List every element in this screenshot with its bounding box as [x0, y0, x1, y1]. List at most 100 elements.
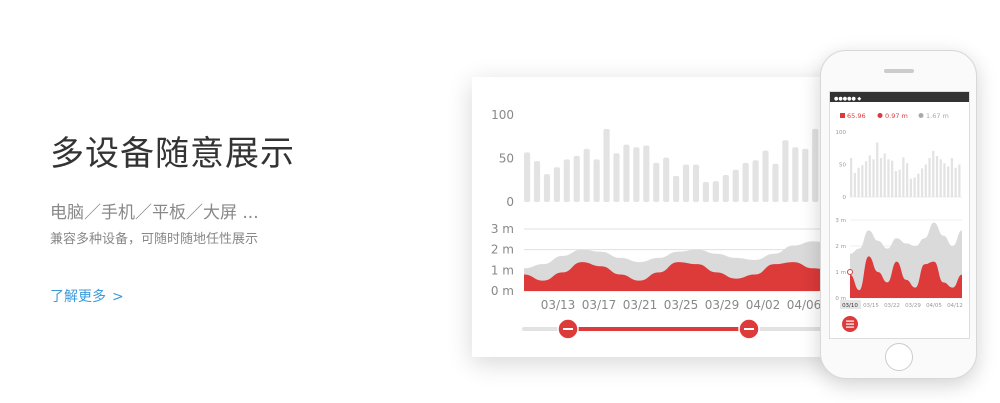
- bar-ytick-label: 50: [839, 163, 846, 169]
- bar-mark: [876, 142, 879, 197]
- bar-mark: [939, 159, 942, 197]
- bar-mark: [883, 153, 886, 197]
- bar-mark: [861, 165, 864, 197]
- area-xtick-label: 04/05: [926, 303, 942, 309]
- bar-mark: [762, 150, 769, 202]
- area-ytick-label: 2 m: [835, 244, 846, 250]
- legend-swatch: [840, 113, 845, 118]
- bar-mark: [524, 152, 531, 202]
- bar-mark: [563, 159, 570, 202]
- desktop-chart-card: 100 50 0 3 m 2 m 1 m 0 m 03/13 03/17 03/21 03/25 03…: [472, 77, 834, 357]
- bar-mark: [782, 140, 789, 202]
- bar-mark: [573, 155, 580, 202]
- phone-speaker: [884, 69, 914, 73]
- area-ytick-label: 2 m: [491, 243, 514, 257]
- bar-mark: [583, 148, 590, 202]
- area-xtick-label: 03/25: [664, 298, 699, 312]
- learn-more-link[interactable]: 了解更多 >: [50, 286, 124, 306]
- bar-ytick-label: 100: [836, 130, 847, 136]
- area-xtick-label: 03/15: [863, 303, 879, 309]
- bar-mark: [887, 159, 890, 197]
- bar-mark: [663, 157, 670, 202]
- bar-mark: [722, 175, 729, 202]
- bar-mark: [712, 181, 719, 202]
- bar-mark: [857, 167, 860, 197]
- headline: 多设备随意展示: [50, 134, 295, 174]
- bar-mark: [850, 158, 853, 197]
- area-xtick-label: 03/22: [884, 303, 900, 309]
- bar-mark: [947, 166, 950, 197]
- bar-mark: [958, 164, 961, 197]
- bar-mark: [864, 161, 868, 197]
- phone-chart: ●●●●● ◆ 65.96 0.97 m 1.67 m 100 50 0 3 m 2 m 1 m 0…: [834, 96, 963, 332]
- bar-mark: [702, 181, 709, 202]
- bar-mark: [613, 153, 620, 202]
- bar-mark: [533, 161, 541, 202]
- bar-mark: [917, 173, 920, 197]
- menu-icon: [846, 323, 854, 325]
- bar-mark: [633, 147, 640, 202]
- bar-mark: [742, 162, 749, 202]
- bar-mark: [902, 157, 905, 197]
- device-list: 电脑／手机／平板／大屏 ...: [50, 203, 259, 223]
- bar-mark: [879, 158, 883, 197]
- menu-icon: [846, 320, 854, 322]
- phone-mockup: ●●●●● ◆ 65.96 0.97 m 1.67 m 100 50 0 3 m 2 m 1 m 0…: [820, 50, 977, 379]
- bar-mark: [924, 164, 927, 197]
- desktop-chart: 100 50 0 3 m 2 m 1 m 0 m 03/13 03/17 03/21 03/25 03…: [491, 108, 832, 340]
- area-xtick-label: 03/13: [541, 298, 576, 312]
- area-xtick-label: 04/12: [947, 303, 963, 309]
- bar-mark: [954, 167, 957, 197]
- slider-range: [568, 327, 749, 331]
- bar-mark: [909, 178, 912, 197]
- bar-mark: [928, 158, 931, 197]
- area-xtick-label: 04/06: [787, 298, 822, 312]
- bar-mark: [752, 160, 759, 202]
- bar-mark: [543, 174, 551, 202]
- bar-ytick-label: 100: [491, 108, 514, 122]
- bar-mark: [792, 147, 799, 202]
- feature-section: 多设备随意展示 电脑／手机／平板／大屏 ... 兼容多种设备，可随时随地任性展示…: [50, 0, 450, 403]
- area-ytick-label: 3 m: [835, 218, 846, 224]
- bar-mark: [906, 163, 909, 197]
- minus-icon: [744, 328, 754, 330]
- area-xtick-label: 03/29: [705, 298, 740, 312]
- bar-mark: [913, 177, 916, 197]
- legend-swatch: [918, 113, 924, 118]
- bar-ytick-label: 50: [499, 152, 514, 166]
- area-ytick-label: 3 m: [491, 222, 514, 236]
- bar-mark: [872, 159, 875, 197]
- bar-mark: [943, 163, 946, 197]
- bar-mark: [891, 160, 894, 197]
- bar-mark: [692, 164, 700, 202]
- bar-mark: [603, 128, 610, 202]
- bar-mark: [935, 156, 939, 197]
- area-ytick-label: 0 m: [491, 284, 514, 298]
- bar-mark: [623, 144, 630, 202]
- bar-mark: [950, 158, 954, 197]
- bar-mark: [868, 155, 871, 197]
- chevron-right-icon: >: [112, 289, 124, 305]
- bar-ytick-label: 0: [506, 195, 514, 209]
- bar-mark: [894, 171, 898, 197]
- description: 兼容多种设备，可随时随地任性展示: [50, 232, 259, 247]
- bar-mark: [920, 168, 924, 197]
- bar-mark: [653, 162, 660, 202]
- area-ytick-label: 1 m: [491, 263, 514, 277]
- area-xtick-label: 03/21: [623, 298, 658, 312]
- area-xtick-label: 03/29: [905, 303, 921, 309]
- area-xtick-label: 03/17: [582, 298, 617, 312]
- bar-mark: [682, 164, 690, 202]
- bar-mark: [593, 159, 600, 202]
- phone-screen: ●●●●● ◆ 65.96 0.97 m 1.67 m 100 50 0 3 m 2 m 1 m 0…: [829, 91, 970, 339]
- area-ytick-label: 1 m: [835, 270, 846, 276]
- bar-mark: [853, 172, 856, 197]
- bar-mark: [812, 128, 819, 202]
- home-button[interactable]: [885, 343, 913, 371]
- legend-label: 65.96: [847, 112, 866, 120]
- bar-mark: [802, 148, 809, 202]
- area-xtick-label: 03/10: [842, 303, 858, 309]
- bar-mark: [732, 169, 739, 202]
- menu-icon: [846, 326, 854, 328]
- learn-more-label: 了解更多: [50, 289, 106, 305]
